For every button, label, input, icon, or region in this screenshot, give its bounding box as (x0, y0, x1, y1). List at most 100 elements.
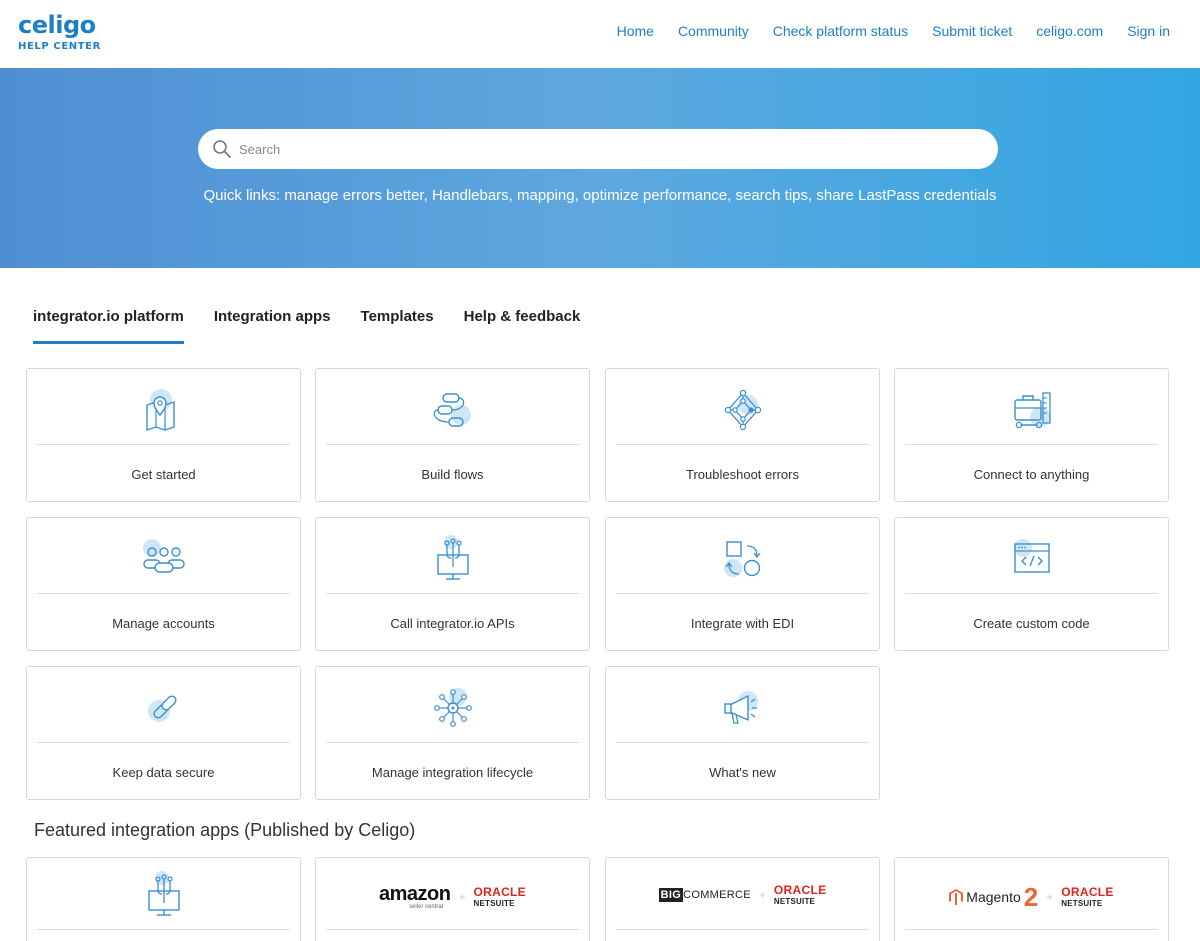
card-divider (905, 444, 1158, 445)
oracle-netsuite-logo: ORACLE NETSUITE (474, 886, 526, 908)
featured-section-title: Featured integration apps (Published by … (34, 820, 416, 840)
category-tabs: integrator.io platform Integration apps … (33, 308, 580, 344)
logo-subtitle: HELP CENTER (18, 41, 101, 52)
card-divider (616, 444, 869, 445)
plus-icon: + (1046, 890, 1054, 904)
card-divider (326, 593, 579, 594)
card-label: Integrate with EDI (690, 616, 795, 631)
bigcommerce-big-text: BIG (658, 888, 684, 902)
amazon-seller-central-text: seller central (409, 904, 444, 910)
oracle-netsuite-logo: ORACLE NETSUITE (774, 884, 826, 906)
oracle-netsuite-logo: ORACLE NETSUITE (1061, 886, 1113, 908)
quick-link-separator: , (423, 187, 432, 204)
quick-link-lastpass[interactable]: share LastPass credentials (816, 187, 996, 204)
bigcommerce-logo-text: BIG COMMERCE (658, 888, 751, 902)
card-manage-accounts[interactable]: Manage accounts (26, 517, 301, 651)
magento-logo: Magento 2 (949, 884, 1038, 910)
tab-help-feedback[interactable]: Help & feedback (464, 308, 581, 344)
card-label: Manage integration lifecycle (371, 765, 534, 780)
card-divider (326, 444, 579, 445)
top-nav: Home Community Check platform status Sub… (617, 23, 1170, 39)
oracle-text: ORACLE (473, 885, 526, 899)
network-icon (724, 389, 761, 431)
magento-netsuite-app-card[interactable]: Magento 2 + ORACLE NETSUITE (894, 857, 1169, 941)
users-icon (142, 539, 185, 573)
card-divider (326, 929, 579, 930)
nav-community-link[interactable]: Community (678, 23, 749, 39)
card-divider (905, 929, 1158, 930)
nav-celigo-com-link[interactable]: celigo.com (1036, 23, 1103, 39)
netsuite-text: NETSUITE (1061, 899, 1103, 908)
search-bar[interactable] (198, 129, 998, 169)
card-divider (326, 742, 579, 743)
card-divider (37, 929, 290, 930)
card-call-apis[interactable]: Call integrator.io APIs (315, 517, 590, 651)
amazon-logo-text: amazon (379, 883, 451, 905)
quick-link-mapping[interactable]: mapping (517, 187, 575, 204)
netsuite-text: NETSUITE (773, 897, 816, 906)
bigcommerce-netsuite-logo: BIG COMMERCE + ORACLE NETSUITE (606, 884, 879, 906)
card-integration-lifecycle[interactable]: Manage integration lifecycle (315, 666, 590, 800)
quick-links-prefix: Quick links: (203, 187, 285, 204)
toolbox-icon (1013, 392, 1051, 429)
card-label: What's new (709, 765, 776, 780)
quick-link-separator: , (574, 187, 583, 204)
card-get-started[interactable]: Get started (26, 368, 301, 502)
nav-submit-ticket-link[interactable]: Submit ticket (932, 23, 1012, 39)
nav-sign-in-link[interactable]: Sign in (1127, 23, 1170, 39)
card-label: Troubleshoot errors (686, 467, 799, 482)
amazon-netsuite-logo: amazon seller central + ORACLE NETSUITE (316, 884, 589, 910)
code-window-icon (1013, 539, 1050, 573)
card-label: Create custom code (973, 616, 1090, 631)
quick-links: Quick links: manage errors better, Handl… (0, 187, 1200, 204)
quick-link-handlebars[interactable]: Handlebars (432, 187, 509, 204)
magento-version-text: 2 (1023, 882, 1039, 912)
flow-icon (433, 393, 471, 427)
hero-banner: Quick links: manage errors better, Handl… (0, 68, 1200, 268)
megaphone-icon (723, 691, 758, 724)
quick-link-separator: , (508, 187, 518, 204)
card-label: Manage accounts (112, 616, 215, 631)
card-custom-code[interactable]: Create custom code (894, 517, 1169, 651)
card-label: Get started (131, 467, 196, 482)
api-monitor-icon (436, 535, 469, 580)
card-label: Build flows (421, 467, 484, 482)
card-divider (616, 742, 869, 743)
quick-link-manage-errors[interactable]: manage errors better (284, 187, 423, 204)
card-divider (37, 444, 290, 445)
integration-app-icon (147, 871, 180, 916)
bigcommerce-netsuite-app-card[interactable]: BIG COMMERCE + ORACLE NETSUITE (605, 857, 880, 941)
card-divider (37, 742, 290, 743)
celigo-logo[interactable]: celigo HELP CENTER (18, 12, 101, 52)
card-divider (37, 593, 290, 594)
search-input[interactable] (239, 141, 979, 157)
card-divider (616, 593, 869, 594)
plus-icon: + (758, 888, 766, 902)
card-label: Connect to anything (973, 467, 1090, 482)
quick-link-optimize-performance[interactable]: optimize performance (583, 187, 727, 204)
card-keep-data-secure[interactable]: Keep data secure (26, 666, 301, 800)
nav-home-link[interactable]: Home (617, 23, 654, 39)
map-pin-icon (145, 389, 175, 431)
oracle-text: ORACLE (773, 883, 827, 897)
tab-integrator-platform[interactable]: integrator.io platform (33, 308, 184, 344)
logo-wordmark: celigo (18, 11, 96, 39)
tab-integration-apps[interactable]: Integration apps (214, 308, 331, 344)
netsuite-text: NETSUITE (473, 899, 515, 908)
card-integrate-edi[interactable]: Integrate with EDI (605, 517, 880, 651)
quick-link-search-tips[interactable]: search tips (735, 187, 808, 204)
search-icon (213, 140, 231, 158)
magento-icon (949, 889, 964, 905)
magento-text: Magento (966, 889, 1021, 905)
tab-templates[interactable]: Templates (361, 308, 434, 344)
card-whats-new[interactable]: What's new (605, 666, 880, 800)
card-build-flows[interactable]: Build flows (315, 368, 590, 502)
card-divider (905, 593, 1158, 594)
nav-platform-status-link[interactable]: Check platform status (773, 23, 908, 39)
featured-app-card[interactable] (26, 857, 301, 941)
card-troubleshoot-errors[interactable]: Troubleshoot errors (605, 368, 880, 502)
card-label: Keep data secure (112, 765, 215, 780)
site-header: celigo HELP CENTER Home Community Check … (0, 0, 1200, 68)
card-connect-to-anything[interactable]: Connect to anything (894, 368, 1169, 502)
amazon-netsuite-app-card[interactable]: amazon seller central + ORACLE NETSUITE (315, 857, 590, 941)
